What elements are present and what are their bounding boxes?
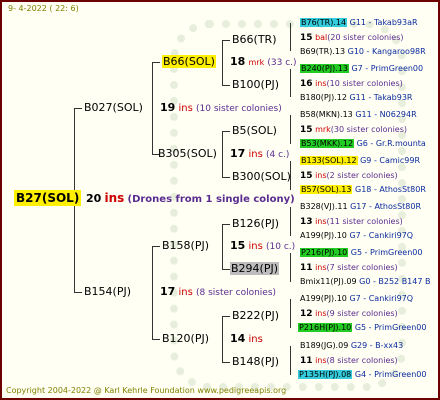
date-label: 9- 4-2022 ( 22: 6) [8, 4, 79, 13]
g5-entry[interactable]: P135H(PJ).08 G4 - PrimGreen00 [298, 369, 426, 381]
g5-note: 13 ins(11 sister colonies) [300, 217, 403, 227]
g5-note: 11 ins(7 sister colonies) [300, 263, 398, 273]
g5-entry[interactable]: B58(MKN).13 G11 - N06294R [300, 109, 417, 121]
node-b5[interactable]: B5(SOL) [232, 125, 277, 137]
connector-line [152, 62, 160, 63]
node-b222[interactable]: B222(PJ) [232, 310, 279, 322]
node-b154-info: 17 ins (8 sister colonies) [160, 285, 277, 299]
node-b120[interactable]: B120(PJ) [162, 333, 209, 345]
g5-entry[interactable]: P216(PJ).10 G5 - PrimGreen00 [300, 247, 422, 259]
g5-entry[interactable]: B328(VJ).11 G17 - AthosSt80R [300, 201, 421, 213]
node-b100[interactable]: B100(PJ) [232, 79, 279, 91]
connector-line [290, 253, 291, 282]
connector-line [290, 115, 291, 144]
connector-line [290, 346, 291, 375]
g5-entry[interactable]: B76(TR).14 G11 - Takab93aR [300, 17, 418, 29]
node-b148[interactable]: B148(PJ) [232, 356, 279, 368]
g5-entry[interactable]: P216H(PJ).10 G5 - PrimGreen00 [298, 322, 426, 334]
node-b158-info: 15 ins (10 c.) [230, 239, 296, 253]
node-b305[interactable]: B305(SOL) [158, 148, 217, 160]
node-b158[interactable]: B158(PJ) [162, 240, 209, 252]
node-b120-info: 14 ins [230, 332, 263, 346]
root-name: B27(SOL) [14, 190, 82, 206]
connector-line [74, 292, 82, 293]
node-b154[interactable]: B154(PJ) [84, 286, 131, 298]
connector-line [222, 224, 230, 225]
g5-entry[interactable]: B69(TR).13 G10 - Kangaroo98R [300, 46, 426, 58]
connector-line [290, 207, 291, 236]
connector-line [222, 131, 223, 177]
connector-line [222, 269, 230, 270]
g5-entry[interactable]: B180(PJ).12 G11 - Takab93R [300, 92, 412, 104]
connector-line [290, 23, 291, 51]
connector-line [290, 299, 291, 328]
connector-line [290, 69, 291, 97]
connector-line [222, 40, 230, 41]
connector-line [222, 362, 230, 363]
node-b027[interactable]: B027(SOL) [84, 102, 143, 114]
root-node[interactable]: B27(SOL) [14, 190, 82, 206]
connector-line [152, 339, 160, 340]
connector-line [222, 40, 223, 85]
g5-note: 11 ins(8 sister colonies) [300, 356, 398, 366]
connector-line [222, 316, 230, 317]
node-b305-info: 17 ins (4 c.) [230, 147, 290, 161]
connector-line [74, 108, 82, 109]
connector-line [152, 246, 153, 339]
node-b66[interactable]: B66(SOL) [162, 55, 216, 68]
g5-entry[interactable]: B57(SOL).13 G18 - AthosSt80R [300, 184, 426, 196]
g5-note: 12 ins(9 sister colonies) [300, 309, 398, 319]
connector-line [152, 246, 160, 247]
connector-line [222, 316, 223, 362]
connector-line [222, 177, 230, 178]
node-b027-info: 19 ins (10 sister colonies) [160, 101, 282, 115]
g5-entry[interactable]: B189(JG).09 G29 - B-xx43 [300, 340, 403, 352]
g5-entry[interactable]: B53(MKK).12 G6 - Gr.R.mounta [300, 138, 426, 150]
node-b66-tr[interactable]: B66(TR) [232, 34, 277, 46]
connector-line [222, 224, 223, 269]
connector-line [222, 131, 230, 132]
g5-note: 15 ins(2 sister colonies) [300, 171, 398, 181]
g5-entry[interactable]: A199(PJ).10 G7 - Cankiri97Q [300, 293, 413, 305]
connector-line [222, 85, 230, 86]
g5-note: 15 bal(20 sister colonies) [300, 33, 404, 43]
g5-note: 16 ins(10 sister colonies) [300, 79, 403, 89]
node-b66-info: 18 mrk (33 c.) [230, 55, 297, 69]
g5-note: 15 mrk(30 sister colonies) [300, 125, 408, 135]
g5-entry[interactable]: A199(PJ).10 G7 - Cankiri97Q [300, 230, 413, 242]
g5-entry[interactable]: B240(PJ).13 G7 - PrimGreen00 [300, 63, 423, 75]
g5-entry[interactable]: Bmix11(PJ).09 G0 - B252 B147 B [300, 276, 430, 288]
node-b300[interactable]: B300(SOL) [232, 171, 291, 183]
g5-entry[interactable]: B133(SOL).12 G9 - Camic99R [300, 155, 420, 167]
root-info: 20 ins (Drones from 1 single colony) [86, 191, 295, 205]
node-b294[interactable]: B294(PJ) [230, 262, 280, 275]
copyright-text: Copyright 2004-2022 @ Karl Kehrle Founda… [6, 386, 287, 395]
node-b126[interactable]: B126(PJ) [232, 218, 279, 230]
connector-line [152, 62, 153, 154]
